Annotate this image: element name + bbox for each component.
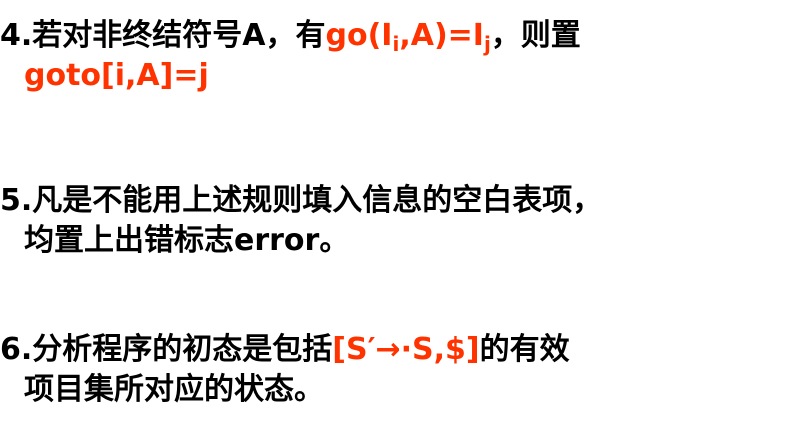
item-4: 4.若对非终结符号A，有go(Ii,A)=Ij，则置 goto[i,A]=j bbox=[0, 16, 581, 96]
go-formula-middle: ,A)=I bbox=[399, 18, 484, 53]
slide: 4.若对非终结符号A，有go(Ii,A)=Ij，则置 goto[i,A]=j 5… bbox=[0, 0, 799, 422]
item-5-line-2: 均置上出错标志error。 bbox=[0, 221, 602, 261]
item-5-line-2-end: 。 bbox=[319, 223, 350, 258]
go-formula-prefix: go(I bbox=[325, 18, 393, 53]
item-6-line-2: 项目集所对应的状态。 bbox=[0, 370, 570, 410]
item-5-number: 5. bbox=[0, 183, 33, 218]
item-6-number: 6. bbox=[0, 332, 33, 367]
item-5-line-1: 5.凡是不能用上述规则填入信息的空白表项， bbox=[0, 181, 602, 221]
go-formula-sub-j: j bbox=[483, 32, 491, 56]
error-keyword: error bbox=[234, 223, 320, 258]
item-5-line-2-text: 均置上出错标志 bbox=[24, 223, 234, 258]
initial-item-formula: [S′→·S,$] bbox=[332, 332, 480, 367]
item-6-line-2-text: 项目集所对应的状态。 bbox=[24, 372, 324, 407]
item-4-go-formula: go(Ii,A)=Ij bbox=[325, 18, 491, 56]
item-4-line-2: goto[i,A]=j bbox=[0, 56, 581, 96]
item-6-text: 分析程序的初态是包括 bbox=[32, 332, 333, 367]
item-4-number: 4. bbox=[0, 18, 33, 53]
item-6-suffix: 的有效 bbox=[479, 332, 570, 367]
item-4-text: 若对非终结符号A，有 bbox=[32, 18, 326, 53]
item-4-suffix: ，则置 bbox=[490, 18, 581, 53]
item-5-text: 凡是不能用上述规则填入信息的空白表项， bbox=[32, 183, 603, 218]
goto-formula: goto[i,A]=j bbox=[24, 58, 209, 93]
item-6-line-1: 6.分析程序的初态是包括[S′→·S,$]的有效 bbox=[0, 330, 570, 370]
item-6: 6.分析程序的初态是包括[S′→·S,$]的有效 项目集所对应的状态。 bbox=[0, 330, 570, 410]
item-5: 5.凡是不能用上述规则填入信息的空白表项， 均置上出错标志error。 bbox=[0, 181, 602, 261]
item-4-line-1: 4.若对非终结符号A，有go(Ii,A)=Ij，则置 bbox=[0, 16, 581, 56]
